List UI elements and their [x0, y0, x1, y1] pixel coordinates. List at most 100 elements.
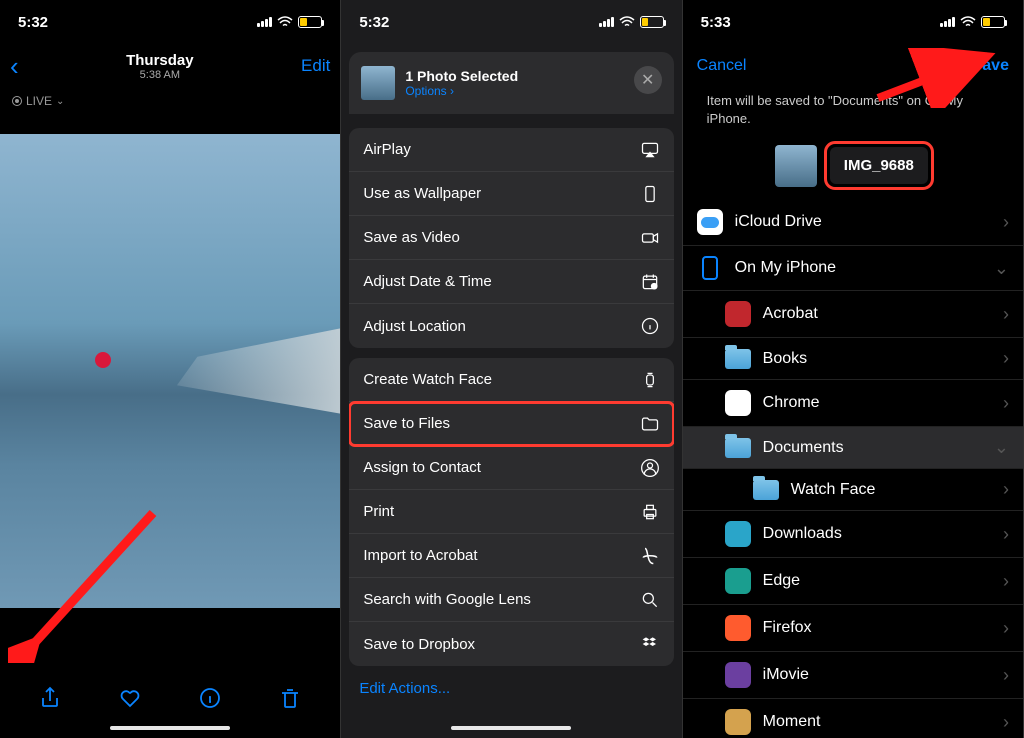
folder-label: Watch Face [791, 481, 876, 499]
folder-icon [725, 349, 751, 369]
location-list: iCloud Drive › On My iPhone ⌄ Acrobat›Bo… [683, 199, 1023, 738]
status-bar: 5:32 [0, 0, 340, 44]
action-use-as-wallpaper[interactable]: Use as Wallpaper [349, 172, 673, 216]
action-label: Import to Acrobat [363, 547, 477, 564]
title-block: Thursday 5:38 AM [126, 52, 194, 81]
folder-label: Chrome [763, 394, 820, 412]
save-to-files-panel: 5:33 Cancel Save Item will be saved to "… [683, 0, 1024, 738]
action-label: Adjust Location [363, 318, 466, 335]
action-create-watch-face[interactable]: Create Watch Face [349, 358, 673, 402]
icloud-icon [697, 209, 723, 235]
phone-icon [702, 256, 718, 280]
cellular-icon [257, 17, 272, 27]
share-icon[interactable] [38, 686, 62, 710]
wifi-icon [619, 16, 635, 28]
action-airplay[interactable]: AirPlay [349, 128, 673, 172]
thumbnail [361, 66, 395, 100]
file-thumbnail [775, 145, 817, 187]
chevron-right-icon: › [1003, 524, 1009, 545]
contact-icon [640, 458, 660, 478]
folder-label: Edge [763, 572, 800, 590]
live-icon [12, 96, 22, 106]
cancel-button[interactable]: Cancel [697, 57, 747, 75]
live-badge[interactable]: LIVE ⌄ [0, 88, 340, 114]
file-preview: IMG_9688 [683, 138, 1023, 199]
share-header: 1 Photo Selected Options › ✕ [349, 52, 673, 114]
action-save-to-files[interactable]: Save to Files [349, 402, 673, 446]
status-icons [940, 16, 1005, 28]
action-print[interactable]: Print [349, 490, 673, 534]
action-search-with-google-lens[interactable]: Search with Google Lens [349, 578, 673, 622]
app-icon [725, 301, 751, 327]
action-label: Print [363, 503, 394, 520]
action-label: Search with Google Lens [363, 591, 531, 608]
location-onmyiphone[interactable]: On My iPhone ⌄ [683, 246, 1023, 291]
action-label: Use as Wallpaper [363, 185, 481, 202]
dropbox-icon [640, 634, 660, 654]
folder-label: iMovie [763, 666, 809, 684]
home-indicator[interactable] [451, 726, 571, 730]
edit-actions-link[interactable]: Edit Actions... [341, 666, 681, 711]
folder-icon [725, 438, 751, 458]
folder-firefox[interactable]: Firefox › [683, 605, 1023, 652]
folder-watch-face[interactable]: Watch Face › [683, 469, 1023, 511]
app-icon [725, 521, 751, 547]
folder-label: Documents [763, 439, 844, 457]
trash-icon[interactable] [278, 686, 302, 710]
folder-downloads[interactable]: Downloads › [683, 511, 1023, 558]
back-button[interactable]: ‹ [10, 51, 19, 82]
action-adjust-date-time[interactable]: Adjust Date & Time [349, 260, 673, 304]
chevron-right-icon: › [1003, 348, 1009, 369]
battery-icon [981, 16, 1005, 28]
chevron-right-icon: › [1003, 479, 1009, 500]
folder-chrome[interactable]: Chrome› [683, 380, 1023, 427]
status-icons [599, 16, 664, 28]
share-title: 1 Photo Selected [405, 68, 518, 84]
folder-moment[interactable]: Moment› [683, 699, 1023, 738]
app-icon [725, 709, 751, 735]
folder-books[interactable]: Books› [683, 338, 1023, 380]
status-time: 5:32 [359, 14, 389, 31]
info-icon[interactable] [198, 686, 222, 710]
chevron-right-icon: › [1003, 571, 1009, 592]
app-icon [725, 568, 751, 594]
photo-viewer[interactable] [0, 134, 340, 738]
status-time: 5:33 [701, 14, 731, 31]
chevron-down-icon: ⌄ [994, 437, 1009, 458]
filename-input[interactable]: IMG_9688 [830, 147, 928, 184]
watch-icon [640, 370, 660, 390]
cellular-icon [940, 17, 955, 27]
action-import-to-acrobat[interactable]: Import to Acrobat [349, 534, 673, 578]
edit-button[interactable]: Edit [301, 56, 330, 76]
close-button[interactable]: ✕ [634, 66, 662, 94]
status-time: 5:32 [18, 14, 48, 31]
folder-label: Acrobat [763, 305, 818, 323]
print-icon [640, 502, 660, 522]
chevron-down-icon: ⌄ [56, 96, 64, 107]
chevron-right-icon: › [1003, 212, 1009, 233]
action-label: Save to Dropbox [363, 636, 475, 653]
folder-label: Downloads [763, 525, 842, 543]
home-indicator[interactable] [110, 726, 230, 730]
photo-image [0, 134, 340, 608]
action-label: Adjust Date & Time [363, 273, 491, 290]
chevron-right-icon: › [1003, 618, 1009, 639]
action-adjust-location[interactable]: Adjust Location [349, 304, 673, 348]
options-link[interactable]: Options › [405, 84, 518, 98]
folder-imovie[interactable]: iMovie› [683, 652, 1023, 699]
folder-edge[interactable]: Edge › [683, 558, 1023, 605]
action-save-as-video[interactable]: Save as Video [349, 216, 673, 260]
save-button[interactable]: Save [972, 57, 1009, 75]
folder-label: Firefox [763, 619, 812, 637]
folder-icon [640, 414, 660, 434]
action-assign-to-contact[interactable]: Assign to Contact [349, 446, 673, 490]
status-icons [257, 16, 322, 28]
heart-icon[interactable] [118, 686, 142, 710]
folder-acrobat[interactable]: Acrobat› [683, 291, 1023, 338]
action-label: Save to Files [363, 415, 450, 432]
search-icon [640, 590, 660, 610]
action-save-to-dropbox[interactable]: Save to Dropbox [349, 622, 673, 666]
folder-documents[interactable]: Documents ⌄ [683, 427, 1023, 469]
battery-icon [298, 16, 322, 28]
location-icloud[interactable]: iCloud Drive › [683, 199, 1023, 246]
